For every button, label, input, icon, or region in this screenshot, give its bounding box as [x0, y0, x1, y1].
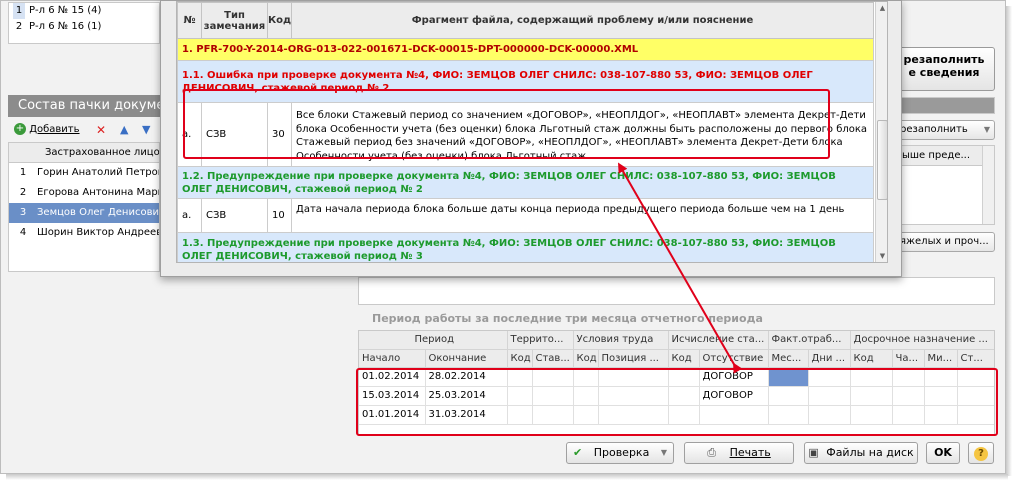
annotation-arrow-line	[618, 162, 743, 374]
annotation-arrow	[618, 162, 743, 374]
